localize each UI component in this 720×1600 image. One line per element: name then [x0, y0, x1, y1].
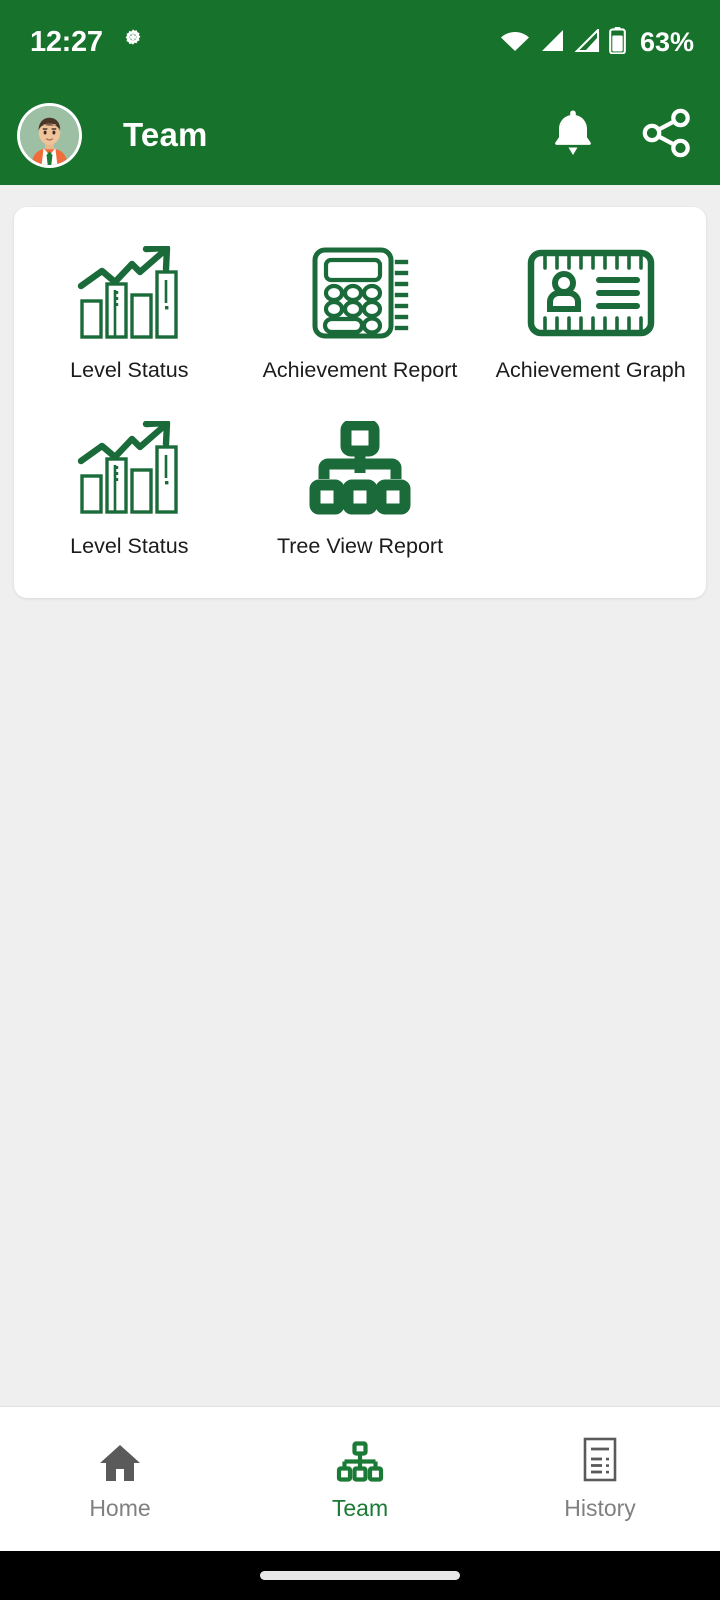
org-chart-icon: [308, 419, 412, 519]
battery-percent: 63%: [639, 27, 694, 57]
calculator-icon: [311, 243, 409, 343]
signal-icon-2: [574, 26, 600, 57]
menu-grid-empty-cell: [475, 405, 706, 569]
menu-item-label: Level Status: [70, 533, 189, 558]
id-card-icon: [527, 243, 655, 343]
menu-grid: Level Status Achievement Report Achievem…: [14, 229, 706, 568]
status-bar: 12:27 63%: [0, 0, 720, 85]
menu-item-label: Level Status: [70, 358, 189, 382]
app-bar: Team: [0, 85, 720, 185]
share-button[interactable]: [640, 108, 694, 162]
gesture-pill[interactable]: [260, 1571, 460, 1580]
org-chart-icon: [336, 1439, 384, 1483]
gesture-navigation-bar: [0, 1551, 720, 1600]
app-bar-actions: [546, 108, 694, 162]
page-title: Team: [123, 116, 208, 153]
battery-icon: [609, 26, 626, 59]
gear-icon: [120, 27, 146, 58]
share-icon: [641, 108, 693, 163]
status-bar-right: 63%: [500, 26, 694, 59]
nav-item-team[interactable]: Team: [240, 1439, 480, 1520]
app-root: 12:27 63% Team Level Status Achievement …: [0, 0, 720, 1600]
bottom-navigation: Home Team History: [0, 1406, 720, 1551]
menu-item-level-status-2[interactable]: Level Status: [14, 405, 245, 569]
menu-item-label: Tree View Report: [276, 533, 444, 558]
document-icon: [580, 1437, 620, 1483]
notifications-button[interactable]: [546, 108, 600, 162]
home-icon: [99, 1439, 141, 1483]
main-content: Level Status Achievement Report Achievem…: [0, 185, 720, 1406]
menu-item-tree-view-report[interactable]: Tree View Report: [245, 405, 476, 569]
nav-item-history[interactable]: History: [480, 1437, 720, 1521]
bell-icon: [550, 109, 596, 162]
growth-chart-icon: [77, 419, 181, 519]
nav-item-label: History: [564, 1494, 636, 1521]
menu-item-level-status[interactable]: Level Status: [14, 229, 245, 393]
menu-card: Level Status Achievement Report Achievem…: [14, 207, 706, 599]
avatar-image: [20, 105, 79, 165]
avatar[interactable]: [17, 102, 82, 168]
menu-item-achievement-graph[interactable]: Achievement Graph: [475, 229, 706, 393]
menu-item-achievement-report[interactable]: Achievement Report: [245, 229, 476, 393]
status-time: 12:27: [30, 26, 103, 58]
menu-item-label: Achievement Report: [262, 358, 458, 382]
status-bar-left: 12:27: [30, 27, 146, 58]
signal-icon: [539, 29, 565, 57]
wifi-icon: [500, 29, 530, 57]
menu-item-label: Achievement Graph: [495, 358, 686, 382]
nav-item-label: Team: [331, 1494, 389, 1521]
growth-chart-icon: [77, 243, 181, 343]
nav-item-label: Home: [89, 1494, 151, 1521]
nav-item-home[interactable]: Home: [0, 1439, 240, 1520]
